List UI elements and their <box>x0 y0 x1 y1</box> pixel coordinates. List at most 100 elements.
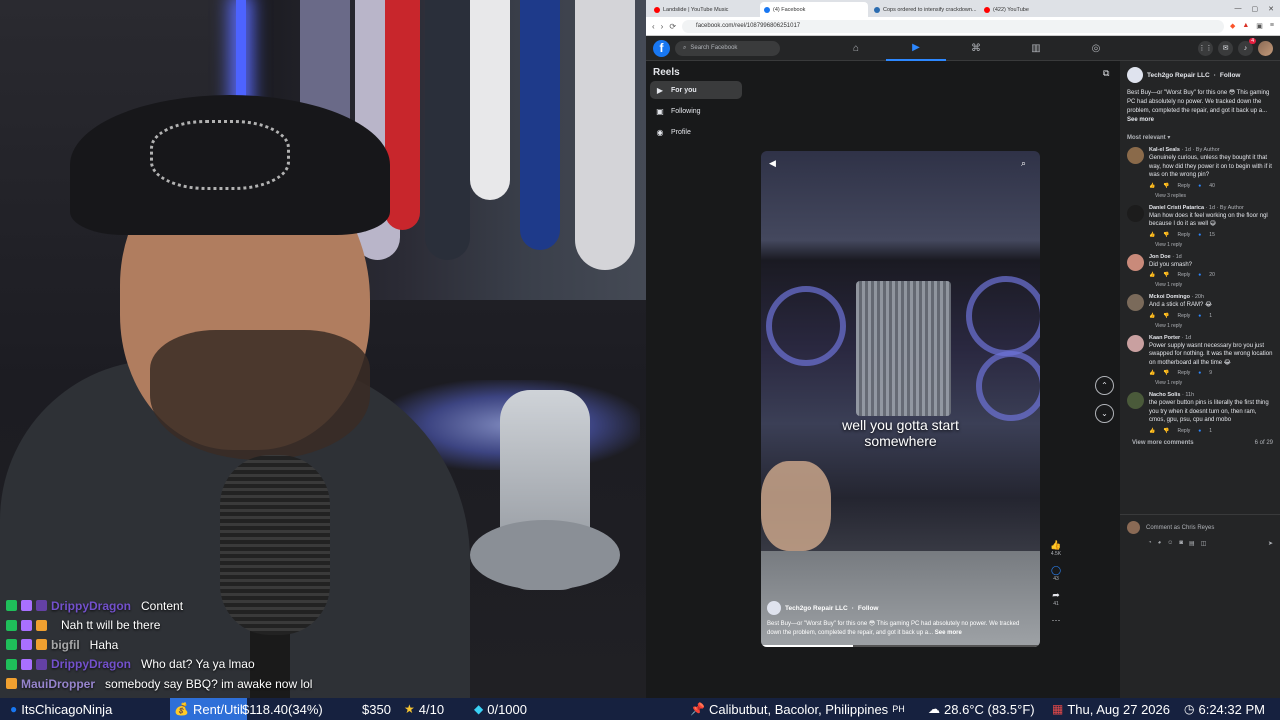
expand-icon[interactable]: ⧉ <box>1103 68 1109 79</box>
extensions-icon[interactable]: ▣ <box>1256 22 1263 30</box>
see-more-link[interactable]: See more <box>1127 117 1154 123</box>
sidebar-item-following[interactable]: ▣ Following <box>650 102 742 120</box>
sidebar-item-for-you[interactable]: ▶ For you <box>650 81 742 99</box>
like-icon[interactable]: 👍 <box>1049 540 1063 551</box>
send-icon[interactable]: ➤ <box>1268 540 1273 547</box>
comment-icon[interactable]: ◯ <box>1049 565 1063 576</box>
comment-author-name[interactable]: Nacho Solis <box>1149 392 1180 398</box>
reply-button[interactable]: Reply <box>1177 232 1190 238</box>
view-replies-link[interactable]: View 1 reply <box>1155 323 1273 329</box>
reload-icon[interactable]: ⟳ <box>669 22 676 31</box>
maximize-icon[interactable]: ▢ <box>1252 5 1259 13</box>
avatar[interactable] <box>1127 392 1144 409</box>
emoji-icon[interactable]: ☺ <box>1167 540 1173 547</box>
comment-author-name[interactable]: Mckoi Domingo <box>1149 294 1190 300</box>
comment-author-name[interactable]: Daniel Cristi Patarica <box>1149 205 1204 211</box>
like-icon[interactable]: 👍 <box>1149 272 1155 278</box>
notifications-icon[interactable]: ♪ 4 <box>1238 37 1256 56</box>
share-icon[interactable]: ➦ <box>1049 590 1063 601</box>
url-field[interactable]: facebook.com/reel/1087996806251017 <box>682 19 1224 33</box>
messenger-icon[interactable]: ✉ <box>1218 40 1233 56</box>
close-icon[interactable]: ✕ <box>1268 5 1274 13</box>
comment-author[interactable]: Nacho Solis · 11h <box>1149 392 1273 398</box>
panel-author-name[interactable]: Tech2go Repair LLC <box>1147 72 1210 79</box>
comment-author[interactable]: Kaan Porter · 1d <box>1149 335 1273 341</box>
previous-reel-button[interactable]: ⌃ <box>1095 376 1114 395</box>
facebook-search[interactable]: ⌕ Search Facebook <box>675 40 780 56</box>
camera-icon[interactable]: ◙ <box>1179 540 1183 547</box>
gif-icon[interactable]: ▤ <box>1189 540 1195 547</box>
see-more-link[interactable]: See more <box>935 630 962 636</box>
avatar[interactable] <box>1258 40 1273 56</box>
tab-news[interactable]: Cops ordered to intensify crackdown... <box>870 2 978 17</box>
reply-button[interactable]: Reply <box>1177 272 1190 278</box>
avatar[interactable] <box>1127 204 1144 222</box>
sort-dropdown[interactable]: Most relevant ▾ <box>1127 134 1273 141</box>
reply-button[interactable]: Reply <box>1177 313 1190 319</box>
dislike-icon[interactable]: 👎 <box>1163 370 1169 376</box>
lamp-base <box>470 520 620 590</box>
sticker-pack-icon[interactable]: ◫ <box>1201 540 1207 547</box>
view-replies-link[interactable]: View 3 replies <box>1155 193 1273 199</box>
sticker-icon[interactable]: ◔ <box>1148 540 1152 547</box>
sidebar-item-profile[interactable]: ◉ Profile <box>650 123 742 141</box>
avatar[interactable] <box>1127 334 1144 352</box>
back-icon[interactable]: ‹ <box>652 22 655 31</box>
more-options-icon[interactable]: ··· <box>1049 615 1063 625</box>
store-icon[interactable]: ▥ <box>1006 36 1066 61</box>
brave-shield-icon[interactable]: ◆ <box>1230 22 1235 30</box>
mute-icon[interactable]: ◀ <box>769 158 776 169</box>
view-more-comments-link[interactable]: View more comments <box>1132 440 1194 446</box>
dislike-icon[interactable]: 👎 <box>1163 313 1169 319</box>
dislike-icon[interactable]: 👎 <box>1163 183 1169 189</box>
menu-icon[interactable]: ≡ <box>1270 22 1274 30</box>
reply-button[interactable]: Reply <box>1177 370 1190 376</box>
reply-button[interactable]: Reply <box>1177 183 1190 189</box>
comment-author[interactable]: Mckoi Domingo · 20h <box>1149 294 1273 300</box>
follow-button[interactable]: Follow <box>1220 72 1241 79</box>
tab-facebook[interactable]: (4) Facebook <box>760 2 868 17</box>
avatar-sticker-icon[interactable]: ◕ <box>1158 540 1162 547</box>
comment-author[interactable]: Jon Doe · 1d <box>1149 254 1273 260</box>
like-icon[interactable]: 👍 <box>1149 370 1155 376</box>
like-icon[interactable]: 👍 <box>1149 232 1155 238</box>
like-icon[interactable]: 👍 <box>1149 183 1155 189</box>
avatar[interactable] <box>767 601 781 615</box>
marketplace-icon[interactable]: ⌘ <box>946 36 1006 61</box>
reply-button[interactable]: Reply <box>1177 428 1190 434</box>
menu-grid-icon[interactable]: ⋮⋮ <box>1198 40 1213 56</box>
avatar[interactable] <box>1127 294 1144 311</box>
dislike-icon[interactable]: 👎 <box>1163 232 1169 238</box>
comment-author-name[interactable]: Kaan Porter <box>1149 335 1180 341</box>
like-icon[interactable]: 👍 <box>1149 428 1155 434</box>
like-icon[interactable]: 👍 <box>1149 313 1155 319</box>
facebook-logo-icon[interactable]: f <box>653 39 670 57</box>
avatar[interactable] <box>1127 253 1144 271</box>
follow-button[interactable]: Follow <box>858 605 879 612</box>
tab-youtube-music[interactable]: Landslide | YouTube Music <box>650 2 758 17</box>
reel-author-name[interactable]: Tech2go Repair LLC <box>785 605 848 612</box>
video-progress[interactable] <box>761 645 1040 647</box>
tab-youtube[interactable]: (422) YouTube <box>980 2 1088 17</box>
dislike-icon[interactable]: 👎 <box>1163 428 1169 434</box>
avatar[interactable] <box>1127 67 1143 83</box>
comment-author-name[interactable]: Kal-el Seals <box>1149 147 1180 153</box>
avatar[interactable] <box>1127 147 1144 164</box>
comment-author[interactable]: Kal-el Seals · 1d · By Author <box>1149 147 1273 153</box>
video-icon[interactable]: ▶ <box>886 36 946 61</box>
view-replies-link[interactable]: View 1 reply <box>1155 380 1273 386</box>
dislike-icon[interactable]: 👎 <box>1163 272 1169 278</box>
comment-input[interactable]: Comment as Chris Reyes <box>1146 525 1214 531</box>
reel-video[interactable]: ◀ ⌕ well you gotta start somewhere Tech2… <box>761 151 1040 647</box>
search-icon[interactable]: ⌕ <box>1021 158 1026 169</box>
home-icon[interactable]: ⌂ <box>826 36 886 61</box>
view-replies-link[interactable]: View 1 reply <box>1155 282 1273 288</box>
comment-author[interactable]: Daniel Cristi Patarica · 1d · By Author <box>1149 205 1273 211</box>
next-reel-button[interactable]: ⌄ <box>1095 404 1114 423</box>
minimize-icon[interactable]: — <box>1235 5 1242 13</box>
view-replies-link[interactable]: View 1 reply <box>1155 242 1273 248</box>
warning-icon[interactable]: ▲ <box>1242 22 1249 30</box>
gaming-icon[interactable]: ◎ <box>1066 36 1126 61</box>
comment-author-name[interactable]: Jon Doe <box>1149 254 1171 260</box>
forward-icon[interactable]: › <box>661 22 664 31</box>
